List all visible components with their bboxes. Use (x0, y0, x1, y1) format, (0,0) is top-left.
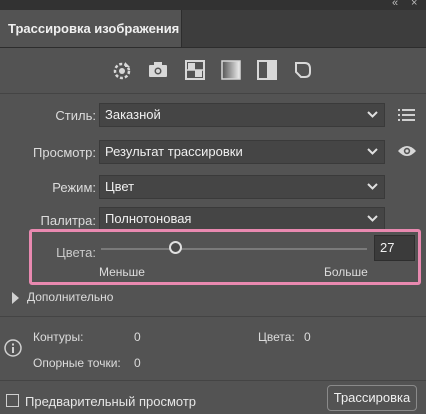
anchors-value: 0 (134, 356, 141, 370)
palette-dropdown[interactable]: Полнотоновая (99, 207, 385, 231)
eye-icon[interactable] (397, 144, 417, 158)
divider (0, 380, 426, 381)
colors-slider-label: Цвета: (56, 245, 96, 260)
preview-label: Предварительный просмотр (25, 394, 197, 409)
chevron-down-icon (367, 111, 378, 118)
divider (0, 316, 426, 317)
mode-label: Режим: (52, 180, 96, 195)
view-label: Просмотр: (33, 145, 96, 160)
anchors-label: Опорные точки: (33, 356, 121, 370)
palette-label: Палитра: (40, 213, 96, 228)
advanced-toggle[interactable]: Дополнительно (10, 290, 170, 306)
colors-value: 27 (380, 240, 395, 255)
chevron-down-icon (367, 183, 378, 190)
tab-bar: Трассировка изображения (0, 10, 426, 48)
slider-min-label: Меньше (99, 265, 145, 279)
chevron-down-icon (367, 148, 378, 155)
style-label: Стиль: (55, 108, 96, 123)
high-fidelity-photo-icon[interactable] (146, 58, 170, 82)
colors-value-input[interactable]: 27 (374, 235, 415, 261)
divider (0, 93, 426, 94)
colors-slider-thumb[interactable] (168, 241, 182, 254)
paths-value: 0 (134, 330, 141, 344)
preview-checkbox[interactable] (6, 394, 19, 407)
black-and-white-icon[interactable] (255, 58, 279, 82)
preset-menu-icon[interactable] (398, 107, 416, 123)
advanced-label: Дополнительно (27, 290, 114, 304)
palette-value: Полнотоновая (105, 211, 192, 226)
view-value: Результат трассировки (105, 144, 243, 159)
stat-colors-value: 0 (304, 330, 311, 344)
trace-button-label: Трассировка (333, 390, 411, 405)
tab-title: Трассировка изображения (8, 21, 180, 36)
panel-top-strip: « × (0, 0, 426, 10)
info-icon (4, 339, 22, 357)
slider-max-label: Больше (324, 265, 368, 279)
auto-color-icon[interactable] (110, 58, 134, 82)
collapse-panel-icon[interactable]: « (392, 0, 398, 9)
style-value: Заказной (105, 107, 161, 122)
style-dropdown[interactable]: Заказной (99, 103, 385, 127)
outline-icon[interactable] (291, 58, 315, 82)
stat-colors-label: Цвета: (258, 330, 295, 344)
tab-image-trace[interactable]: Трассировка изображения (0, 10, 182, 47)
low-fidelity-photo-icon[interactable] (183, 58, 207, 82)
mode-value: Цвет (105, 179, 135, 194)
close-panel-icon[interactable]: × (411, 0, 417, 9)
mode-dropdown[interactable]: Цвет (99, 175, 385, 199)
paths-label: Контуры: (33, 330, 84, 344)
grayscale-icon[interactable] (219, 58, 243, 82)
triangle-right-icon (12, 292, 19, 304)
trace-button[interactable]: Трассировка (327, 385, 417, 411)
view-dropdown[interactable]: Результат трассировки (99, 140, 385, 164)
colors-slider-track[interactable] (101, 248, 367, 250)
chevron-down-icon (367, 215, 378, 222)
